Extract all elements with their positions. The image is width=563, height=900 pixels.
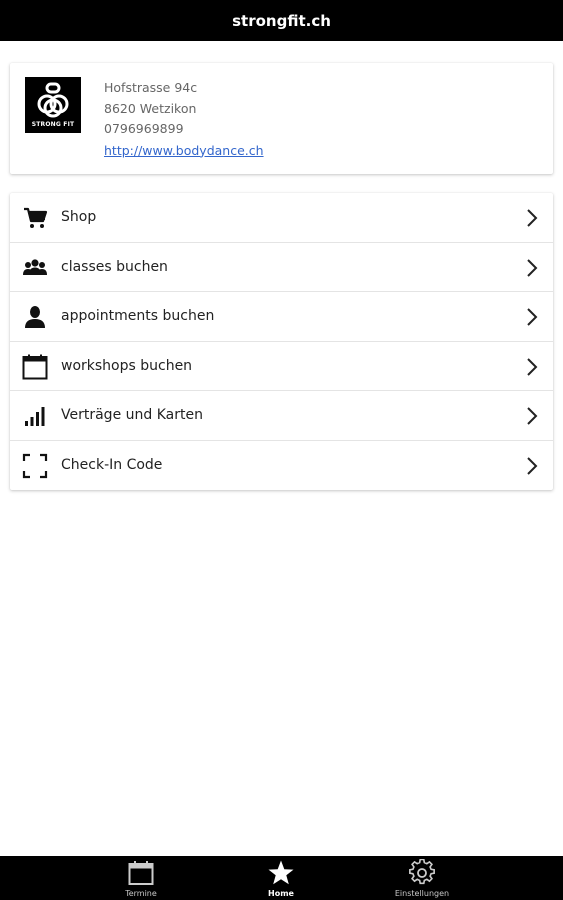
chevron-right-icon xyxy=(527,357,538,376)
menu-list: Shop classes buchen appointments buchen xyxy=(10,193,553,490)
website-link[interactable]: http://www.bodydance.ch xyxy=(104,141,264,162)
city-line: 8620 Wetzikon xyxy=(104,100,197,116)
person-icon xyxy=(25,306,45,328)
tab-termine[interactable]: Termine xyxy=(81,856,201,900)
menu-item-label: classes buchen xyxy=(61,258,168,275)
calendar-icon xyxy=(128,861,154,885)
tab-label: Einstellungen xyxy=(394,889,450,898)
chevron-right-icon xyxy=(527,258,538,277)
menu-item-classes[interactable]: classes buchen xyxy=(10,243,553,292)
tab-einstellungen[interactable]: Einstellungen xyxy=(362,856,482,900)
cart-icon xyxy=(24,207,48,228)
tab-label: Home xyxy=(268,889,294,898)
menu-item-label: Check-In Code xyxy=(61,457,163,474)
app-header: strongfit.ch xyxy=(0,0,563,41)
logo-text: STRONG FIT xyxy=(31,121,75,128)
menu-item-checkin[interactable]: Check-In Code xyxy=(10,441,553,491)
address-line: Hofstrasse 94c xyxy=(104,80,198,95)
menu-item-label: appointments buchen xyxy=(61,308,215,325)
scan-frame-icon xyxy=(22,453,48,478)
menu-item-label: Shop xyxy=(61,209,97,226)
menu-item-shop[interactable]: Shop xyxy=(10,193,553,243)
tab-home[interactable]: Home xyxy=(221,856,341,900)
chevron-right-icon xyxy=(527,407,538,425)
menu-item-contracts[interactable]: Verträge und Karten xyxy=(10,391,553,441)
menu-item-appointments[interactable]: appointments buchen xyxy=(10,292,553,342)
menu-item-workshops[interactable]: workshops buchen xyxy=(10,342,553,391)
bottom-tab-bar: Termine Home Einstellungen xyxy=(0,856,563,900)
menu-item-label: Verträge und Karten xyxy=(61,407,203,424)
group-icon xyxy=(23,258,47,275)
app-title: strongfit.ch xyxy=(232,11,331,30)
phone-number[interactable]: 0796969899 xyxy=(104,119,264,140)
calendar-icon xyxy=(22,354,48,379)
chevron-right-icon xyxy=(527,308,538,326)
studio-logo: STRONG FIT xyxy=(25,77,81,133)
gear-icon xyxy=(409,859,435,885)
signal-bars-icon xyxy=(25,407,45,426)
menu-item-label: workshops buchen xyxy=(61,357,193,374)
chevron-right-icon xyxy=(527,209,538,227)
tab-label: Termine xyxy=(125,889,157,898)
studio-info-card: STRONG FIT Hofstrasse 94c 8620 Wetzikon … xyxy=(10,63,553,174)
star-icon xyxy=(268,860,294,885)
chevron-right-icon xyxy=(527,456,538,475)
